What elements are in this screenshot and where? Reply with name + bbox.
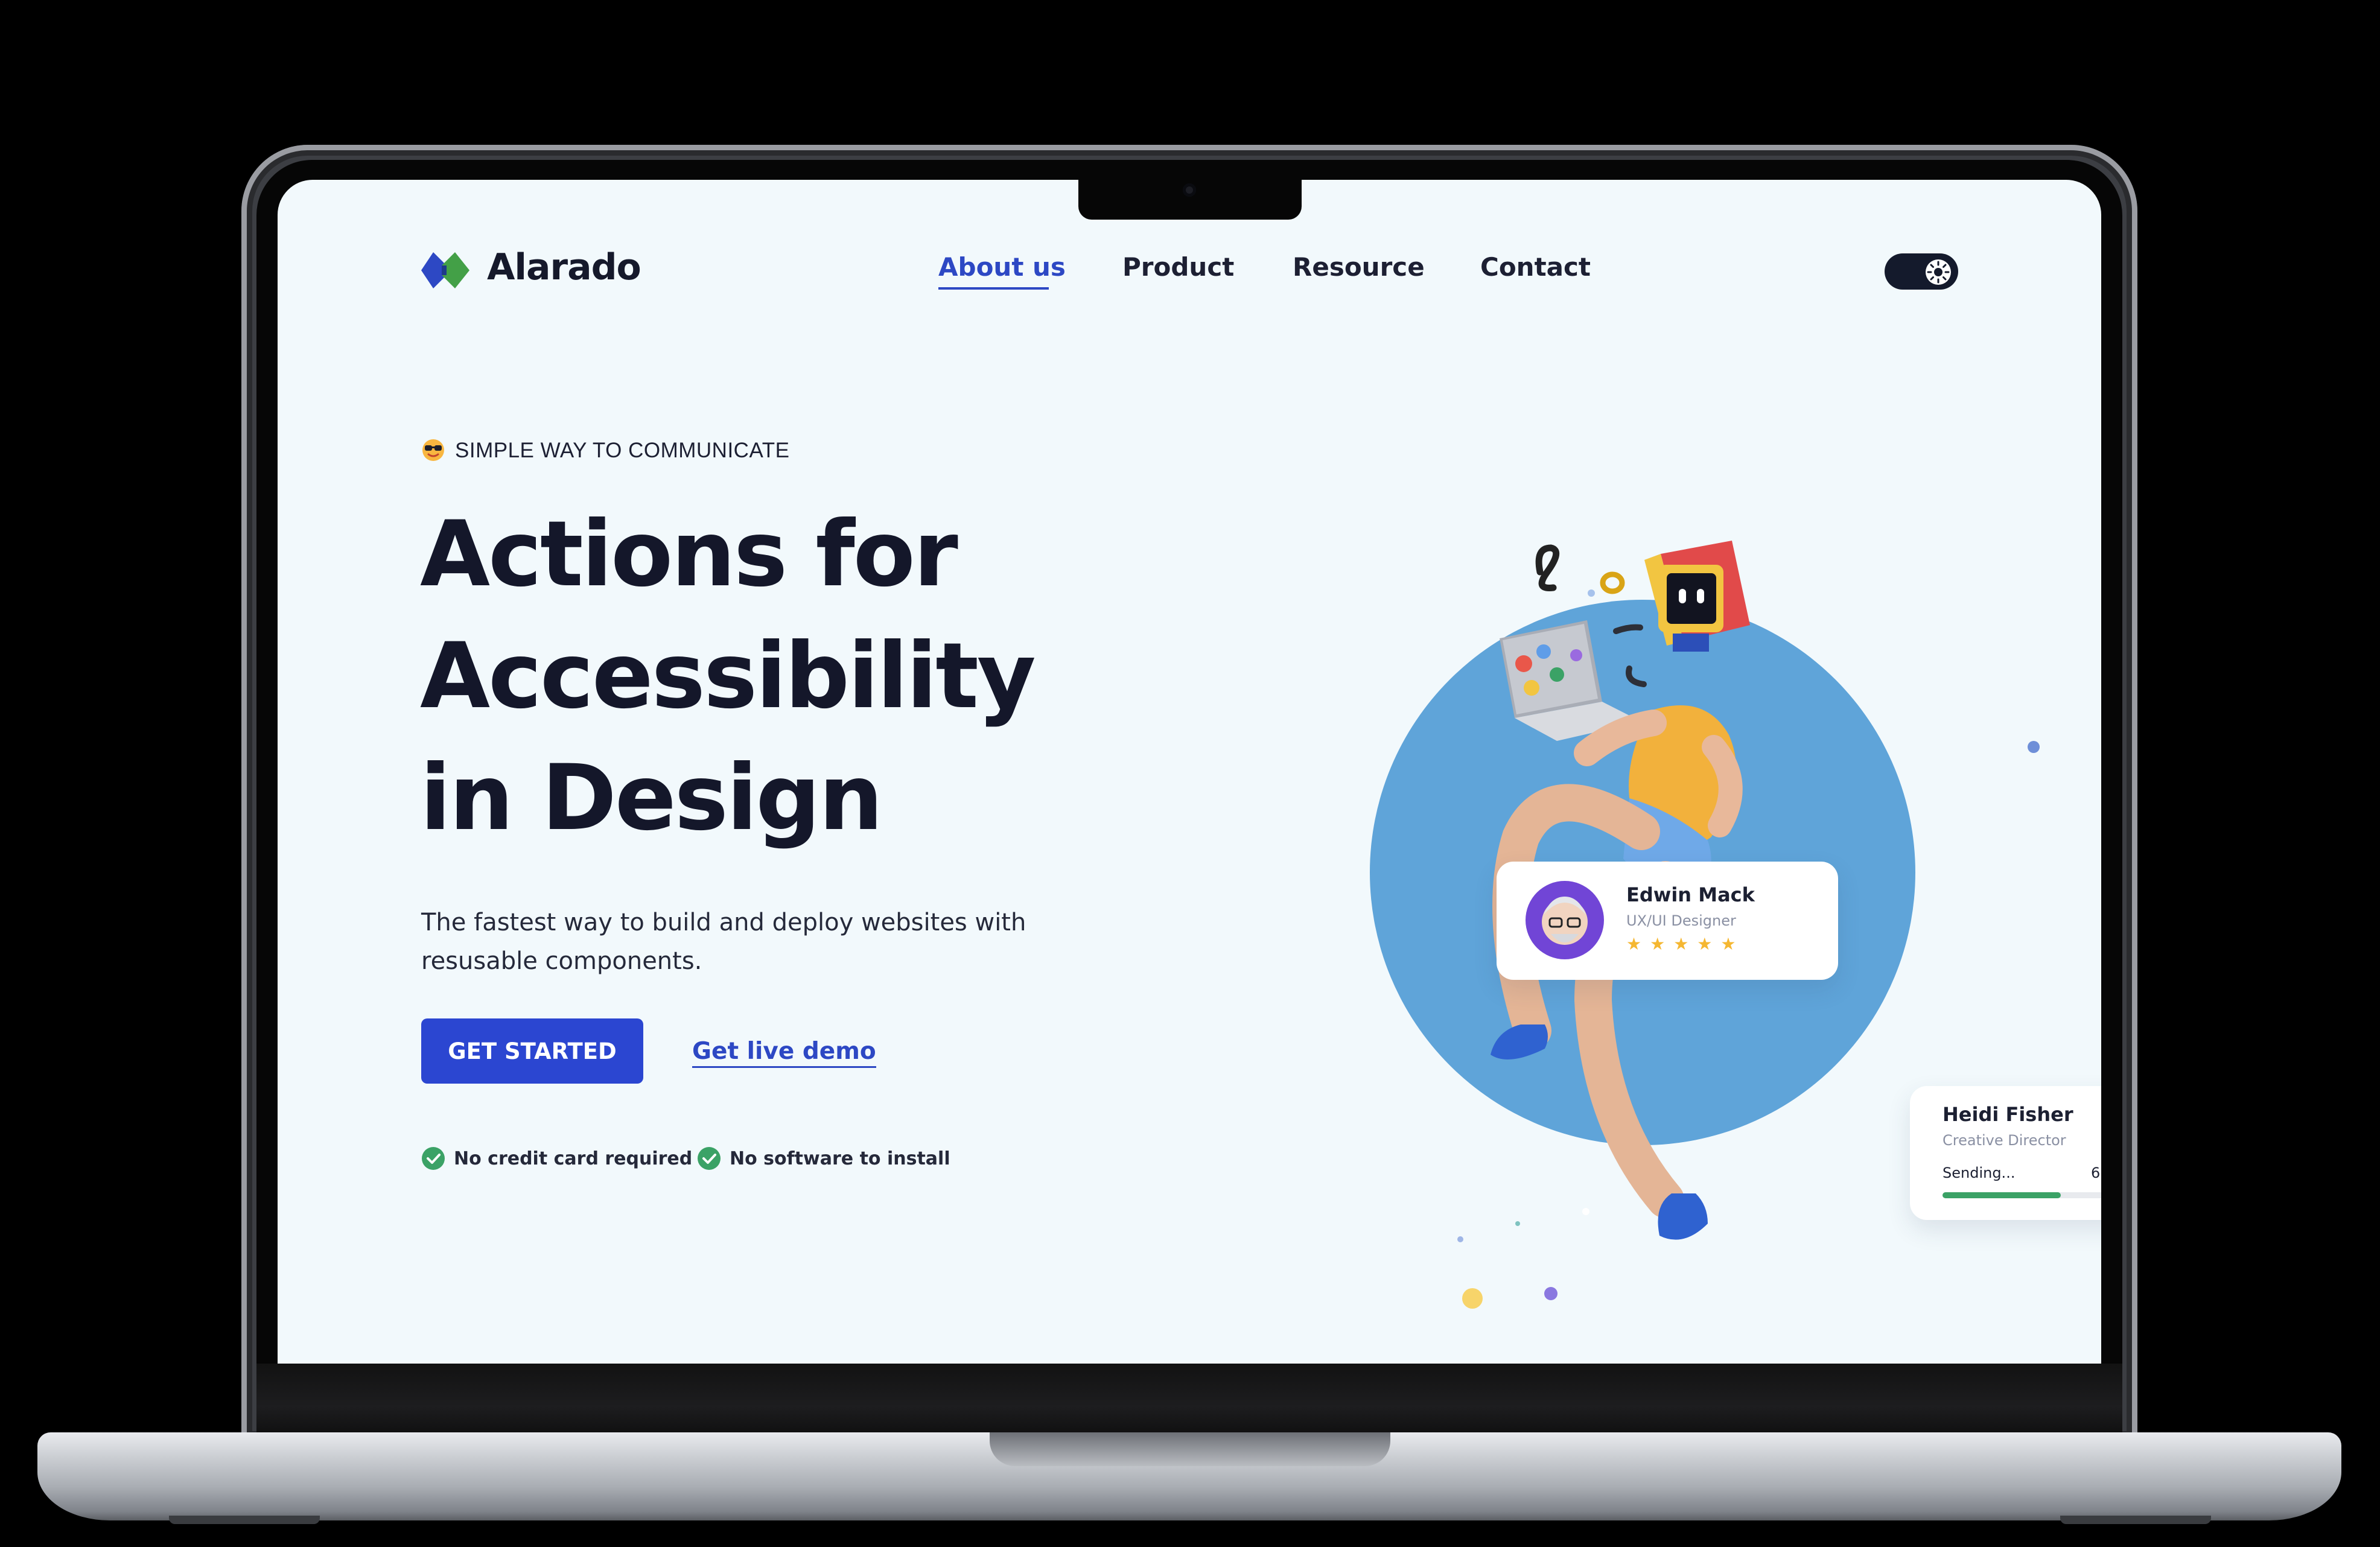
hero-headline: Actions for Accessibility in Design [420,494,1204,859]
profile-card: Edwin Mack UX/UI Designer ★★★★★ [1497,862,1838,980]
brand-name[interactable]: Alarado [487,246,641,288]
progress-status-label: Sending... [1942,1164,2016,1181]
laptop-chin [256,1364,2122,1442]
headline-line-2: Accessibility [420,624,1036,729]
progress-percent: 65% [2091,1164,2101,1181]
nav-about-us[interactable]: About us [938,252,1066,282]
camera-icon [1183,183,1196,197]
progress-fill [1942,1192,2061,1198]
moon-icon [1898,263,1906,280]
rating-stars: ★★★★★ [1626,934,1745,954]
profile-name: Edwin Mack [1626,883,1755,906]
hero-eyebrow: SIMPLE WAY TO COMMUNICATE [455,439,790,462]
sun-icon [1926,259,1951,285]
active-nav-underline [938,287,1049,290]
hero-subtext: The fastest way to build and deploy webs… [421,909,1026,975]
feature-no-software: No software to install [697,1146,950,1171]
logo-icon[interactable] [421,252,469,288]
feature-label: No software to install [730,1148,950,1169]
headline-line-1: Actions for [420,502,958,607]
laptop-opening-notch [990,1432,1390,1466]
nav-resource[interactable]: Resource [1293,252,1425,282]
feature-label: No credit card required [454,1148,693,1169]
transfer-name: Heidi Fisher [1942,1103,2073,1126]
avatar [1526,881,1604,959]
nav-product[interactable]: Product [1122,252,1234,282]
sunglasses-emoji-icon [422,439,444,461]
profile-role: UX/UI Designer [1626,912,1736,929]
progress-bar [1942,1192,2101,1198]
laptop-foot [169,1516,320,1524]
headline-line-3: in Design [420,746,883,851]
transfer-card: Heidi Fisher Creative Director Sending..… [1910,1086,2101,1220]
laptop-foot [2060,1516,2211,1524]
website-screen: Alarado About us Product Resource Contac… [278,180,2101,1364]
nav-contact[interactable]: Contact [1480,252,1591,282]
check-circle-icon [422,1147,445,1170]
check-circle-icon [698,1147,721,1170]
feature-no-credit-card: No credit card required [421,1146,692,1171]
live-demo-link[interactable]: Get live demo [692,1038,876,1068]
theme-toggle[interactable] [1885,253,1958,290]
hero-illustration: Edwin Mack UX/UI Designer ★★★★★ Heidi Fi… [1171,494,2101,1364]
transfer-role: Creative Director [1942,1132,2066,1149]
get-started-button[interactable]: GET STARTED [421,1018,643,1084]
